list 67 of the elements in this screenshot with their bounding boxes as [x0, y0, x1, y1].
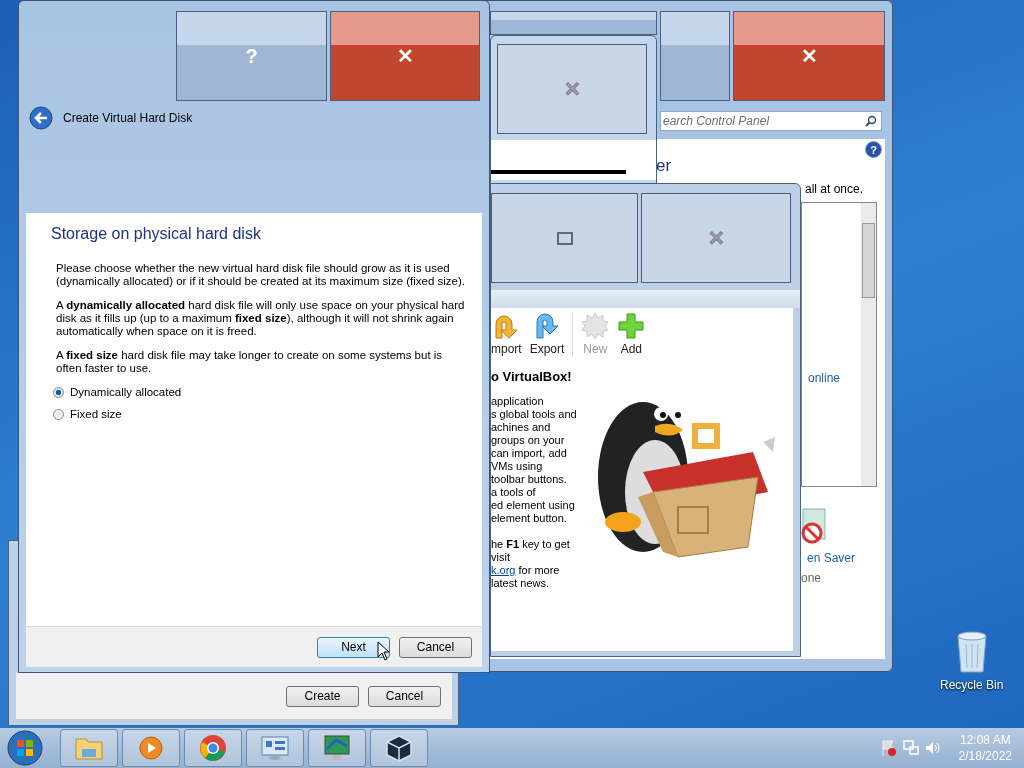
window-title: Create Virtual Hard Disk: [63, 111, 193, 125]
import-tool-button[interactable]: mport: [491, 312, 522, 356]
cube-icon: [385, 734, 413, 762]
website-link[interactable]: k.org: [491, 564, 516, 576]
starburst-icon: [581, 312, 610, 340]
description-text: A dynamically allocated hard disk file will only use space on your physical hard disk as it fills up (up to a maximum fixed size), although it will not shrink again automatically when space on it is freed.: [56, 299, 466, 338]
welcome-text-line: achines and: [491, 421, 551, 433]
welcome-text-line: he F1 key to get: [491, 538, 570, 550]
radio-label[interactable]: Fixed size: [70, 408, 122, 420]
maximize-button[interactable]: [660, 11, 730, 101]
create-button[interactable]: Create: [286, 685, 359, 707]
clock-date: 2/18/2022: [958, 748, 1012, 764]
start-button[interactable]: [6, 729, 44, 767]
play-icon: [138, 735, 164, 761]
folder-icon: [74, 735, 104, 761]
welcome-text-line: groups on your: [491, 434, 565, 446]
close-button[interactable]: ✕: [330, 11, 480, 101]
minimize-button[interactable]: [490, 11, 657, 35]
restore-button[interactable]: [491, 193, 638, 283]
welcome-text-line: ed element using: [491, 499, 575, 511]
recycle-bin-label[interactable]: Recycle Bin: [940, 678, 1004, 692]
help-icon[interactable]: ?: [865, 141, 882, 158]
search-icon[interactable]: [865, 115, 877, 127]
welcome-text-line: VMs using: [491, 460, 543, 472]
cancel-button[interactable]: Cancel: [399, 636, 472, 658]
taskbar-folder-button[interactable]: [60, 729, 118, 767]
radio-button[interactable]: [53, 408, 64, 420]
welcome-text-line: toolbar buttons.: [491, 473, 567, 485]
description-text: Please choose whether the new virtual hard disk file should grow as it is used (dynamically allocated) or if it should be created at its maximum size (fixed size).: [56, 262, 466, 288]
control-panel-icon: [260, 735, 290, 761]
welcome-text-line: visit: [491, 551, 510, 563]
section-heading: er: [656, 156, 672, 176]
description-text: all at once.: [805, 182, 864, 196]
cancel-button[interactable]: Cancel: [368, 685, 441, 707]
mouse-pointer-icon: [377, 641, 390, 661]
page-heading: Storage on physical hard disk: [51, 225, 262, 243]
welcome-text-line: application: [491, 395, 544, 407]
welcome-text-line: a tools of: [491, 486, 536, 498]
taskbar-panel-button[interactable]: [246, 729, 304, 767]
taskbar-monitor-button[interactable]: [308, 729, 366, 767]
browser-icon: [199, 734, 227, 762]
taskbar-cube-button[interactable]: [370, 729, 428, 767]
scrollbar[interactable]: [861, 203, 876, 486]
welcome-text-line: element button.: [491, 512, 567, 524]
monitor-icon: [322, 734, 352, 762]
welcome-text-line: s global tools and: [491, 408, 577, 420]
plus-icon: [617, 312, 646, 340]
online-link[interactable]: online: [808, 371, 841, 385]
add-tool-button[interactable]: Add: [617, 312, 646, 356]
welcome-text-line: latest news.: [491, 577, 550, 589]
radio-label[interactable]: Dynamically allocated: [70, 386, 182, 398]
description-text: A fixed size hard disk file may take longer to create on some systems but is often faster to use.: [56, 349, 444, 375]
flag-icon[interactable]: [880, 739, 897, 757]
taskbar-browser-button[interactable]: [184, 729, 242, 767]
screen-saver-link[interactable]: en Saver: [807, 551, 856, 565]
radio-button[interactable]: [53, 386, 64, 398]
export-tool-button[interactable]: Export: [529, 312, 565, 356]
welcome-text-line: for more: [517, 564, 560, 576]
setting-value: one: [801, 571, 822, 585]
close-button[interactable]: ✕: [733, 11, 885, 101]
taskbar-media-button[interactable]: [122, 729, 180, 767]
scrollbar-thumb[interactable]: [862, 223, 875, 298]
welcome-text-line: can import, add: [491, 447, 567, 459]
search-field[interactable]: earch Control Panel: [660, 111, 882, 131]
next-button[interactable]: Next: [317, 636, 390, 658]
clock-time: 12:08 AM: [959, 732, 1011, 748]
welcome-heading: o VirtualBox!: [491, 370, 573, 383]
